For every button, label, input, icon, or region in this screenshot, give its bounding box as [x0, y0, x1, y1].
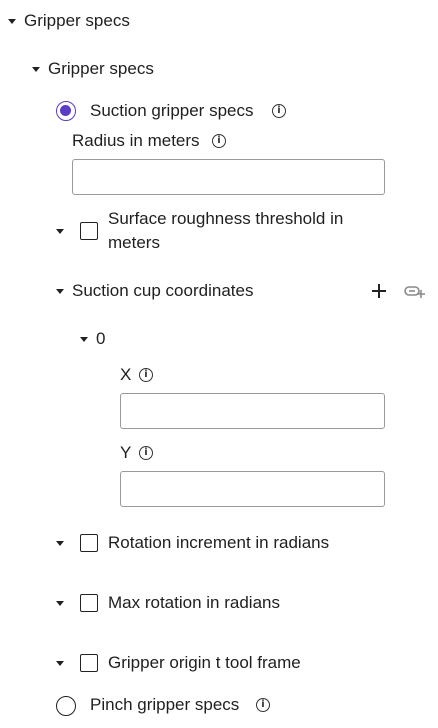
- item-0-label: 0: [96, 329, 106, 348]
- coordinates-expand-caret[interactable]: [56, 289, 64, 294]
- info-icon[interactable]: i: [256, 698, 270, 712]
- radius-input[interactable]: [72, 159, 385, 195]
- root-expand-caret[interactable]: [8, 19, 16, 24]
- roughness-checkbox[interactable]: [80, 222, 98, 240]
- coordinates-label: Suction cup coordinates: [72, 281, 254, 300]
- max-rotation-expand-caret[interactable]: [56, 601, 64, 606]
- pinch-gripper-label: Pinch gripper specs: [90, 695, 240, 714]
- x-label: X: [120, 365, 132, 384]
- info-icon[interactable]: i: [139, 368, 153, 382]
- link-add-icon[interactable]: [404, 285, 426, 299]
- info-icon[interactable]: i: [139, 446, 153, 460]
- suction-gripper-radio[interactable]: [56, 101, 76, 121]
- origin-expand-caret[interactable]: [56, 661, 64, 666]
- info-icon[interactable]: i: [272, 104, 286, 118]
- radius-label: Radius in meters: [72, 131, 200, 150]
- plus-icon[interactable]: [371, 283, 387, 299]
- suction-gripper-label: Suction gripper specs: [90, 101, 254, 120]
- rotation-increment-label: Rotation increment in radians: [108, 533, 330, 552]
- max-rotation-label: Max rotation in radians: [108, 593, 280, 612]
- y-label: Y: [120, 443, 132, 462]
- child-label: Gripper specs: [48, 59, 154, 78]
- pinch-gripper-radio[interactable]: [56, 696, 76, 716]
- roughness-expand-caret[interactable]: [56, 229, 64, 234]
- origin-label: Gripper origin t tool frame: [108, 653, 301, 672]
- child-expand-caret[interactable]: [32, 67, 40, 72]
- x-input[interactable]: [120, 393, 385, 429]
- roughness-label: Surface roughness threshold in meters: [108, 209, 344, 252]
- y-input[interactable]: [120, 471, 385, 507]
- max-rotation-checkbox[interactable]: [80, 594, 98, 612]
- rotation-increment-expand-caret[interactable]: [56, 541, 64, 546]
- rotation-increment-checkbox[interactable]: [80, 534, 98, 552]
- root-label: Gripper specs: [24, 11, 130, 30]
- info-icon[interactable]: i: [212, 134, 226, 148]
- item-0-expand-caret[interactable]: [80, 337, 88, 342]
- origin-checkbox[interactable]: [80, 654, 98, 672]
